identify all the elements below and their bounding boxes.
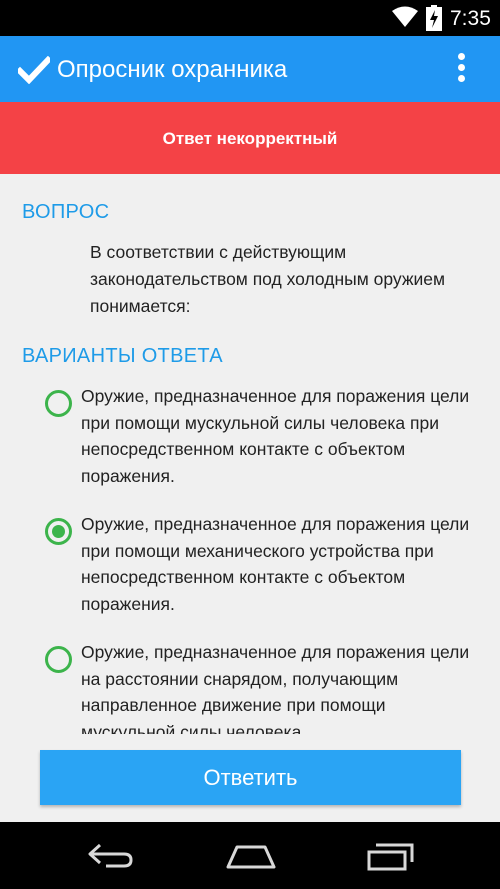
question-heading: ВОПРОС [22, 201, 110, 223]
home-icon[interactable] [225, 844, 277, 870]
status-bar: 7:35 [0, 0, 500, 36]
recents-icon[interactable] [366, 842, 416, 872]
check-icon[interactable] [18, 56, 50, 84]
back-icon[interactable] [86, 842, 134, 870]
radio-button[interactable] [45, 646, 72, 673]
nav-bar [0, 822, 500, 889]
answer-text: Оружие, предназначенное для поражения це… [81, 642, 470, 734]
radio-button-selected[interactable] [45, 518, 72, 545]
answer-text: Оружие, предназначенное для поражения це… [81, 514, 470, 614]
answers-list: Оружие, предназначенное для поражения це… [0, 380, 500, 734]
radio-button[interactable] [45, 390, 72, 417]
answer-text: Оружие, предназначенное для поражения це… [81, 386, 470, 486]
more-vert-icon[interactable] [452, 53, 470, 87]
wifi-icon [392, 6, 418, 27]
error-banner-text: Ответ некорректный [162, 129, 338, 148]
battery-charging-icon [426, 5, 442, 31]
app-bar: Опросник охранника [0, 36, 500, 102]
error-banner: Ответ некорректный [0, 102, 500, 174]
screen: 7:35 Опросник охранника Ответ некорректн… [0, 0, 500, 889]
answers-heading: ВАРИАНТЫ ОТВЕТА [22, 345, 223, 367]
submit-button[interactable]: Ответить [40, 750, 461, 805]
clock: 7:35 [450, 7, 491, 30]
question-text: В соответствии с действующим законодател… [90, 242, 446, 316]
app-title: Опросник охранника [57, 56, 288, 83]
